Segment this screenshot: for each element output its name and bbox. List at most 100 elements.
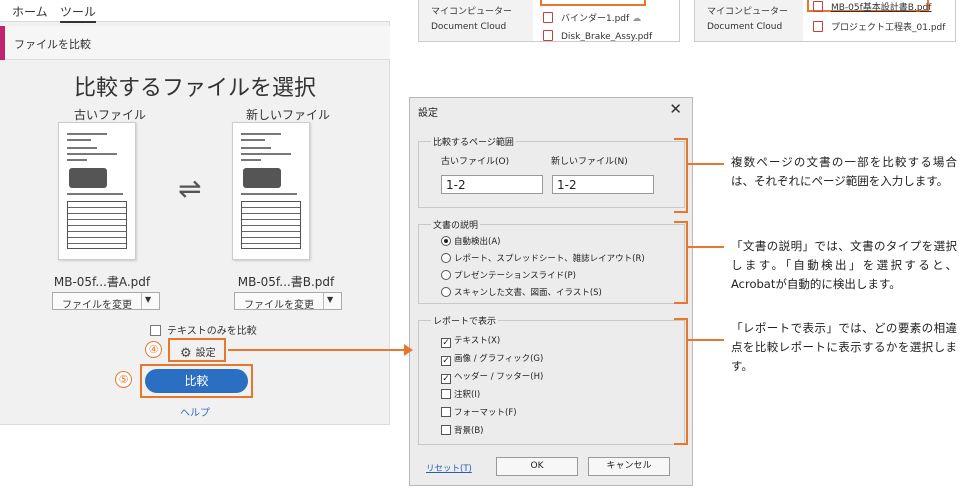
file-name: MB-05f基本設計書B.pdf xyxy=(831,3,932,13)
change-new-file-button[interactable]: ファイルを変更 ▼ xyxy=(234,292,342,311)
file-row[interactable]: プロジェクト工程表_01.pdf xyxy=(813,20,945,33)
checkmark-icon[interactable]: ✓ xyxy=(441,356,451,366)
old-page-range-input[interactable] xyxy=(441,175,543,194)
radio-scanned[interactable]: スキャンした文書、図面、イラスト(S) xyxy=(441,286,602,298)
annotation-doc-description: 「文書の説明」では、文書のタイプを選択します。「自動検出」を選択すると、Acro… xyxy=(731,239,957,291)
check-annotations[interactable]: 注釈(I) xyxy=(441,388,480,400)
checkbox-icon[interactable] xyxy=(150,325,161,336)
new-page-range-input[interactable] xyxy=(552,175,654,194)
bracket-line xyxy=(686,221,688,304)
file-list: バインダー1.pdf ☁ Disk_Brake_Assy.pdf xyxy=(533,0,679,42)
file-list: MB-05f基本設計書B.pdf プロジェクト工程表_01.pdf xyxy=(803,0,955,41)
tool-title: ファイルを比較 xyxy=(14,38,91,51)
file-row[interactable]: Disk_Brake_Assy.pdf xyxy=(543,30,653,42)
top-tab-bar: ホーム ツール xyxy=(0,0,390,23)
settings-label: 設定 xyxy=(195,348,216,359)
check-header-footer[interactable]: ✓ ヘッダー / フッター(H) xyxy=(441,370,543,384)
old-file-label: 古いファイル xyxy=(73,108,146,122)
tab-home[interactable]: ホーム xyxy=(12,3,48,20)
report-display-group: レポートで表示 ✓ テキスト(X) ✓ 画像 / グラフィック(G) ✓ ヘッダー /… xyxy=(418,314,685,445)
change-old-file-label: ファイルを変更 xyxy=(62,300,132,311)
reset-link[interactable]: リセット(T) xyxy=(426,462,472,474)
bracket-line xyxy=(686,246,724,248)
ok-button[interactable]: OK xyxy=(496,457,578,476)
check-format[interactable]: フォーマット(F) xyxy=(441,406,517,418)
file-name: プロジェクト工程表_01.pdf xyxy=(831,23,946,33)
check-background[interactable]: 背景(B) xyxy=(441,424,483,436)
page-range-label: 比較するページ範囲 xyxy=(431,135,516,148)
radio-icon[interactable] xyxy=(441,287,451,297)
old-file-thumbnail[interactable] xyxy=(58,122,136,260)
change-old-file-button[interactable]: ファイルを変更 ▼ xyxy=(52,292,160,311)
page-range-group: 比較するページ範囲 古いファイル(O) 新しいファイル(N) xyxy=(418,135,685,208)
text-only-checkbox[interactable]: テキストのみを比較 xyxy=(150,322,257,337)
nav-my-computer[interactable]: マイコンピューター xyxy=(707,4,788,17)
checkmark-icon[interactable]: ✓ xyxy=(441,374,451,384)
chevron-down-icon[interactable]: ▼ xyxy=(327,295,333,304)
doc-description-group: 文書の説明 自動検出(A) レポート、スプレッドシート、雑誌レイアウト(R) プ… xyxy=(418,218,685,304)
selection-highlight xyxy=(540,0,646,6)
gear-icon: ⚙ xyxy=(180,346,192,361)
nav-document-cloud[interactable]: Document Cloud xyxy=(431,22,506,32)
annotation-report-display: 「レポートで表示」では、どの要素の相違点を比較レポートに表示するかを選択します。 xyxy=(731,321,957,373)
check-text[interactable]: ✓ テキスト(X) xyxy=(441,334,500,348)
file-name: バインダー1.pdf xyxy=(561,14,630,24)
pdf-icon xyxy=(813,21,823,32)
radio-icon[interactable] xyxy=(441,253,451,263)
compare-button-highlight[interactable]: 比較 xyxy=(140,364,253,398)
checkbox-icon[interactable] xyxy=(441,389,451,399)
pdf-icon xyxy=(813,1,823,12)
help-link[interactable]: ヘルプ xyxy=(180,404,210,419)
step-5-marker: ⑤ xyxy=(115,371,132,388)
dialog-title: 設定 xyxy=(418,108,438,119)
close-icon[interactable]: ✕ xyxy=(669,100,682,118)
radio-icon[interactable] xyxy=(441,270,451,280)
new-range-label: 新しいファイル(N) xyxy=(551,157,628,167)
cancel-button[interactable]: キャンセル xyxy=(588,457,670,476)
report-display-label: レポートで表示 xyxy=(431,314,499,327)
checkbox-icon[interactable] xyxy=(441,425,451,435)
check-images[interactable]: ✓ 画像 / グラフィック(G) xyxy=(441,352,543,366)
tool-header: ファイルを比較 xyxy=(0,26,390,60)
new-file-thumbnail[interactable] xyxy=(232,122,310,260)
bracket-line xyxy=(686,339,724,341)
text-only-label: テキストのみを比較 xyxy=(167,326,257,337)
page-title: 比較するファイルを選択 xyxy=(73,76,316,101)
settings-arrow-line xyxy=(228,349,406,351)
radio-selected-icon[interactable] xyxy=(441,236,451,246)
pdf-icon xyxy=(543,12,553,23)
annotation-page-range: 複数ページの文書の一部を比較する場合は、それぞれにページ範囲を入力します。 xyxy=(731,155,957,188)
old-file-name: MB-05f...書A.pdf xyxy=(53,275,151,289)
radio-presentation[interactable]: プレゼンテーションスライド(P) xyxy=(441,269,576,281)
nav-document-cloud[interactable]: Document Cloud xyxy=(707,22,782,32)
pdf-icon xyxy=(543,30,553,41)
settings-button[interactable]: ⚙ 設定 xyxy=(168,338,226,362)
checkmark-icon[interactable]: ✓ xyxy=(441,338,451,348)
compare-button[interactable]: 比較 xyxy=(145,369,248,393)
change-new-file-label: ファイルを変更 xyxy=(244,300,314,311)
new-file-label: 新しいファイル xyxy=(245,108,330,122)
checkbox-icon[interactable] xyxy=(441,407,451,417)
file-browser-snippet-new: マイコンピューター Document Cloud MB-05f基本設計書B.pd… xyxy=(694,0,956,42)
swap-files-icon[interactable]: ⇌ xyxy=(178,172,201,205)
arrow-right-icon xyxy=(404,344,413,356)
file-row[interactable]: バインダー1.pdf ☁ xyxy=(543,11,641,24)
new-file-name: MB-05f...書B.pdf xyxy=(237,275,335,289)
cloud-icon: ☁ xyxy=(632,14,642,24)
file-browser-snippet-old: マイコンピューター Document Cloud バインダー1.pdf ☁ Di… xyxy=(418,0,680,42)
compare-files-panel: ホーム ツール ファイルを比較 比較するファイルを選択 古いファイル 新しいファ… xyxy=(0,0,390,425)
settings-dialog: 設定 ✕ 比較するページ範囲 古いファイル(O) 新しいファイル(N) 文書の説… xyxy=(409,97,693,486)
file-row[interactable]: MB-05f基本設計書B.pdf xyxy=(813,0,931,13)
doc-description-label: 文書の説明 xyxy=(431,218,481,231)
tool-accent-bar xyxy=(0,26,5,60)
tab-tools[interactable]: ツール xyxy=(60,3,97,23)
chevron-down-icon[interactable]: ▼ xyxy=(145,295,151,304)
bracket-line xyxy=(686,163,724,165)
step-4-marker: ④ xyxy=(145,341,162,358)
file-name: Disk_Brake_Assy.pdf xyxy=(561,32,653,42)
bracket-line xyxy=(686,318,688,445)
radio-report[interactable]: レポート、スプレッドシート、雑誌レイアウト(R) xyxy=(441,252,645,264)
radio-auto-detect[interactable]: 自動検出(A) xyxy=(441,235,500,247)
nav-my-computer[interactable]: マイコンピューター xyxy=(431,4,512,17)
bracket-line xyxy=(686,138,688,213)
